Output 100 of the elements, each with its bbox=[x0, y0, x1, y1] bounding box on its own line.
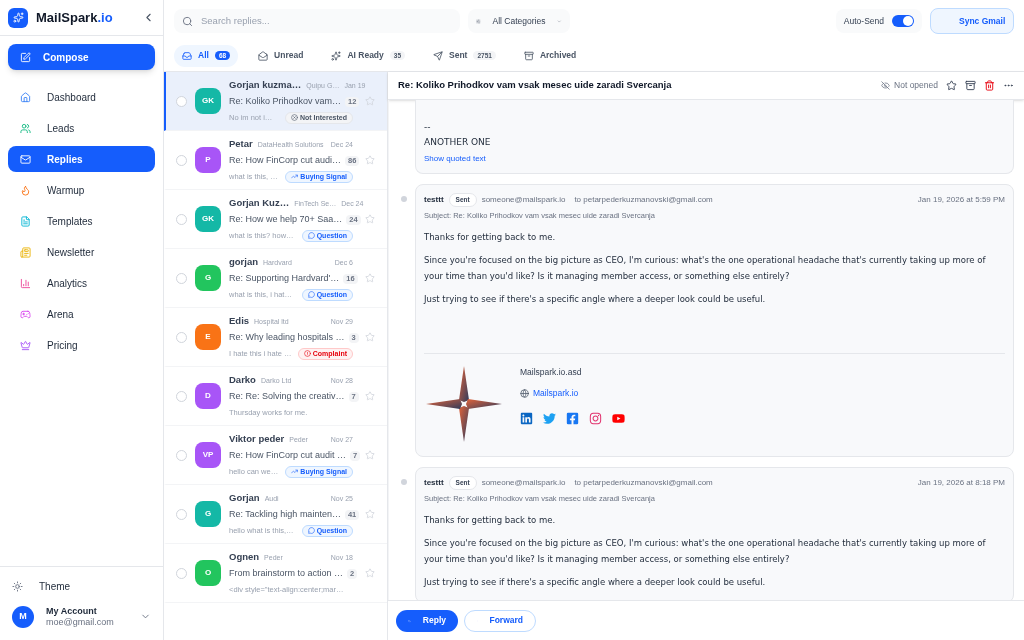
recipient-email: to petarpederkuzmanovski@gmail.com bbox=[574, 476, 713, 489]
mail-icon bbox=[20, 153, 31, 165]
x-circle-icon bbox=[290, 114, 298, 122]
contact-avatar: G bbox=[195, 501, 221, 527]
app-logo-icon bbox=[8, 7, 28, 28]
website-link[interactable]: Mailspark.io bbox=[533, 386, 579, 400]
nav-item[interactable]: Warmup bbox=[8, 177, 155, 203]
linkedin-icon[interactable] bbox=[520, 411, 533, 425]
search-field[interactable]: Search replies... bbox=[174, 9, 460, 33]
contact-name: Gorjan Kuz… bbox=[229, 196, 290, 211]
facebook-icon[interactable] bbox=[566, 411, 579, 425]
compose-button[interactable]: Compose bbox=[8, 44, 155, 70]
select-radio[interactable] bbox=[176, 449, 187, 461]
contact-avatar: O bbox=[195, 560, 221, 586]
select-radio[interactable] bbox=[176, 95, 187, 107]
sync-button[interactable]: Sync Gmail bbox=[930, 8, 1014, 34]
trash-icon[interactable] bbox=[984, 80, 995, 91]
gamepad-icon bbox=[20, 308, 31, 320]
chat-bubble-icon bbox=[307, 291, 315, 299]
search-input[interactable]: Search replies... bbox=[201, 13, 452, 29]
archive-icon bbox=[523, 50, 534, 61]
signature-name: Mailspark.io.asd bbox=[520, 366, 583, 379]
nav-item[interactable]: Pricing bbox=[8, 332, 155, 358]
eye-off-icon bbox=[881, 81, 891, 90]
compose-icon bbox=[20, 51, 31, 63]
instagram-icon[interactable] bbox=[589, 411, 602, 425]
thread-subject: Re: How FinCorp cut audit … bbox=[229, 449, 347, 463]
select-radio[interactable] bbox=[176, 331, 187, 343]
nav-item[interactable]: Dashboard bbox=[8, 84, 155, 110]
recipient-email: to petarpederkuzmanovski@gmail.com bbox=[574, 193, 713, 206]
trend-icon bbox=[291, 173, 299, 181]
nav-item[interactable]: Replies bbox=[8, 146, 155, 172]
contact-avatar: D bbox=[195, 383, 221, 409]
theme-toggle[interactable]: Theme bbox=[39, 578, 71, 594]
sun-icon[interactable] bbox=[12, 580, 23, 592]
message-paragraph: Since you're focused on the big picture as CEO, I'm curious: what's the one operational headache that's currently taking up more of your time than you'd like? Is it managing member access, or something else entirely? bbox=[424, 537, 987, 566]
nav-item[interactable]: Newsletter bbox=[8, 239, 155, 265]
contact-avatar: GK bbox=[195, 88, 221, 114]
open-status: Not opened bbox=[894, 79, 938, 92]
message-paragraph: Just trying to see if there's a specific angle where a deeper look could be useful. bbox=[424, 293, 767, 306]
show-quoted-link[interactable]: Show quoted text bbox=[424, 153, 1005, 165]
contact-avatar: VP bbox=[195, 442, 221, 468]
thread-subject: Re: Koliko Prihodkov vam… bbox=[229, 95, 342, 109]
message-date: Jan 19, 2026 at 8:18 PM bbox=[917, 476, 1005, 489]
select-radio[interactable] bbox=[176, 567, 187, 579]
auto-send-toggle[interactable] bbox=[892, 15, 914, 27]
users-icon bbox=[20, 122, 31, 134]
envelope-icon bbox=[258, 50, 269, 61]
thread-subject: Re: Why leading hospitals … bbox=[229, 331, 345, 345]
contact-name: Gorjan kuzma… bbox=[229, 78, 302, 93]
sliders-icon bbox=[476, 16, 481, 26]
select-radio[interactable] bbox=[176, 154, 187, 166]
alert-icon bbox=[303, 350, 311, 358]
thread-subject: Re: Re: Solving the creativ… bbox=[229, 390, 345, 404]
chat-bubble-icon bbox=[307, 527, 315, 535]
filter-tab[interactable]: Unread bbox=[250, 44, 312, 67]
message-text: -- bbox=[424, 121, 432, 134]
youtube-icon[interactable] bbox=[612, 411, 625, 425]
contact-name: Viktor peder bbox=[229, 432, 285, 447]
message-date: Jan 19, 2026 at 5:59 PM bbox=[917, 193, 1005, 206]
nav-item[interactable]: Arena bbox=[8, 301, 155, 327]
contact-avatar: GK bbox=[195, 206, 221, 232]
account-name: My Account bbox=[46, 605, 98, 617]
thread-subject: Re: Supporting Hardvard'… bbox=[229, 272, 340, 286]
category-dropdown[interactable]: All Categories bbox=[468, 9, 570, 33]
thread-subject: Re: How FinCorp cut audi… bbox=[229, 154, 342, 168]
twitter-icon[interactable] bbox=[543, 411, 556, 425]
select-radio[interactable] bbox=[176, 272, 187, 284]
contact-avatar: P bbox=[195, 147, 221, 173]
contact-name: Petar bbox=[229, 137, 253, 152]
thread-subject: Re: Tackling high mainten… bbox=[229, 508, 341, 522]
contact-name: Ognen bbox=[229, 550, 260, 565]
sparkles-icon bbox=[331, 50, 342, 61]
nav-item[interactable]: Leads bbox=[8, 115, 155, 141]
sender-name: testtt bbox=[424, 193, 444, 206]
file-icon bbox=[20, 215, 31, 227]
select-radio[interactable] bbox=[176, 508, 187, 520]
account-email: moe@gmail.com bbox=[46, 616, 114, 628]
bar-chart-icon bbox=[20, 277, 31, 289]
nav-item[interactable]: Templates bbox=[8, 208, 155, 234]
crown-icon bbox=[20, 339, 31, 351]
nav-item[interactable]: Analytics bbox=[8, 270, 155, 296]
contact-name: gorjan bbox=[229, 255, 259, 270]
reply-button[interactable]: Reply bbox=[396, 609, 458, 632]
send-icon bbox=[433, 50, 443, 61]
archive-icon[interactable] bbox=[965, 80, 976, 91]
message-paragraph: Thanks for getting back to me. bbox=[424, 231, 557, 244]
auto-send-label: Auto-Send bbox=[843, 14, 884, 28]
sender-email: someone@mailspark.io bbox=[481, 476, 566, 489]
contact-name: Darko bbox=[229, 373, 256, 388]
select-radio[interactable] bbox=[176, 390, 187, 402]
inbox-icon bbox=[182, 50, 192, 61]
message-paragraph: Since you're focused on the big picture as CEO, I'm curious: what's the one operational headache that's currently taking up more of your time than you'd like? Is it managing member access, or something else entirely? bbox=[424, 254, 987, 283]
globe-icon bbox=[520, 388, 529, 398]
select-radio[interactable] bbox=[176, 213, 187, 225]
message-text: ANOTHER ONE bbox=[424, 136, 492, 149]
thread-subject: From brainstorm to action … bbox=[229, 567, 344, 581]
message-paragraph: Thanks for getting back to me. bbox=[424, 514, 557, 527]
star-icon[interactable] bbox=[946, 80, 957, 91]
filter-tab[interactable]: Archived bbox=[515, 44, 585, 67]
